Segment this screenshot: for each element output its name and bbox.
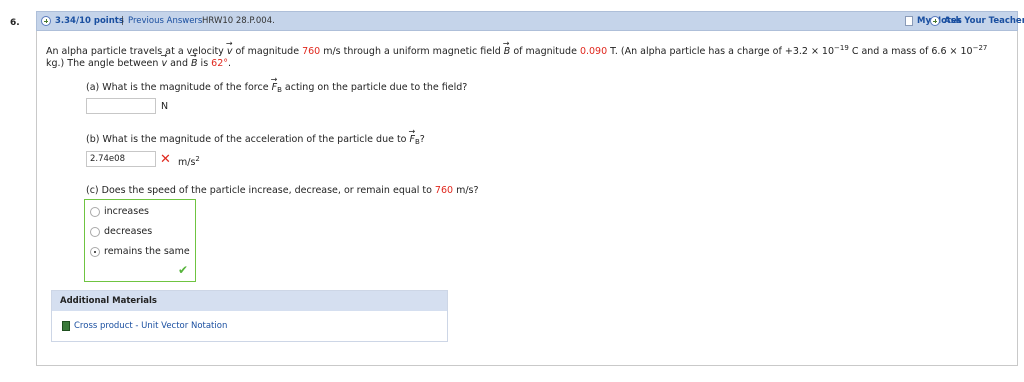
header-separator: |: [121, 16, 124, 26]
field-value: 0.090: [579, 46, 608, 57]
part-a-unit: N: [161, 101, 169, 112]
part-b-answer-input[interactable]: 2.74e08: [86, 151, 156, 167]
additional-materials-header: Additional Materials: [52, 291, 447, 311]
ask-teacher-link[interactable]: Ask Your Teacher: [944, 16, 1024, 27]
angle-value: 62°: [211, 58, 229, 69]
part-a-answer-input[interactable]: [86, 98, 156, 114]
book-icon: [62, 321, 70, 331]
question-header: 3.34/10 points | Previous Answers HRW10 …: [36, 11, 1024, 31]
part-b-question: (b) What is the magnitude of the acceler…: [86, 126, 425, 148]
part-c-choices: increases decreases remains the same ✔: [84, 199, 196, 282]
check-icon: ✔: [178, 263, 189, 277]
points-label: 3.34/10 points: [55, 16, 124, 26]
problem-statement-line1: An alpha particle travels at a velocity …: [46, 38, 987, 58]
additional-materials-title: Additional Materials: [60, 296, 157, 306]
problem-statement-line2: kg.) The angle between v and B is 62°.: [46, 50, 231, 70]
cross-product-link[interactable]: Cross product - Unit Vector Notation: [74, 321, 227, 331]
previous-answers-link[interactable]: Previous Answers: [128, 16, 202, 27]
ask-teacher-plus-icon[interactable]: [930, 16, 940, 26]
question-number: 6.: [10, 18, 20, 28]
notes-icon[interactable]: [905, 16, 913, 26]
part-a-question: (a) What is the magnitude of the force F…: [86, 74, 467, 96]
option-increases-label: increases: [104, 206, 149, 217]
part-c-question: (c) Does the speed of the particle incre…: [86, 185, 479, 196]
expand-plus-icon[interactable]: [41, 16, 51, 26]
radio-remains-the-same[interactable]: [90, 247, 100, 257]
radio-decreases[interactable]: [90, 227, 100, 237]
part-b-unit: m/s2: [178, 155, 200, 168]
velocity-value: 760: [302, 46, 321, 57]
option-remains-label: remains the same: [104, 246, 190, 257]
option-decreases-label: decreases: [104, 226, 153, 237]
x-icon: ✕: [160, 152, 171, 167]
problem-id: HRW10 28.P.004.: [202, 16, 275, 26]
radio-increases[interactable]: [90, 207, 100, 217]
additional-materials: Additional Materials Cross product - Uni…: [51, 290, 448, 342]
